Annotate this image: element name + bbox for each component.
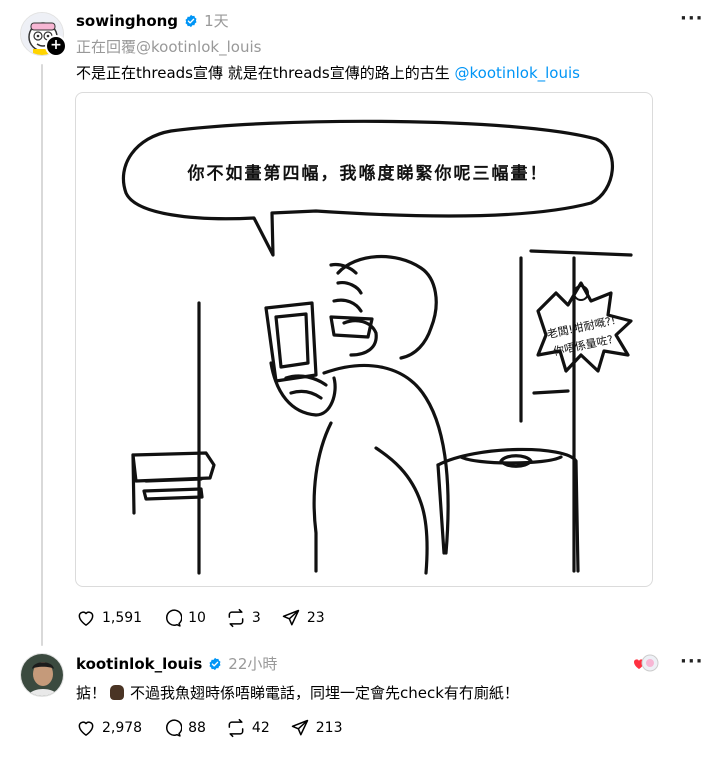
- share-button[interactable]: 23: [281, 608, 325, 628]
- repost-count: 3: [251, 610, 261, 626]
- repost-button[interactable]: 3: [226, 608, 261, 628]
- repost-icon: [228, 608, 244, 628]
- verified-icon: [209, 657, 221, 670]
- avatar-photo: [21, 654, 63, 696]
- reply-actions: 2,978 88 42 213: [76, 718, 362, 738]
- comment-count: 10: [188, 610, 206, 626]
- post-actions: 1,591 10 3 23: [76, 608, 345, 628]
- verified-icon: [185, 14, 197, 27]
- reply-username[interactable]: kootinlok_louis: [76, 655, 202, 673]
- reply-text: 掂！ 不過我魚翅時係唔睇電話，同埋一定會先check有冇廁紙！: [76, 682, 519, 703]
- liked-by-author-indicator: [633, 654, 659, 672]
- like-count: 1,591: [102, 610, 143, 626]
- share-icon: [282, 609, 300, 626]
- more-icon[interactable]: ···: [680, 8, 704, 29]
- heart-icon: [78, 721, 94, 736]
- heart-avatar-icon: [634, 654, 659, 672]
- more-icon[interactable]: ···: [680, 651, 704, 672]
- post-username[interactable]: sowinghong: [76, 12, 178, 30]
- comment-button[interactable]: 88: [162, 718, 206, 738]
- share-icon: [291, 719, 308, 736]
- like-button[interactable]: 1,591: [76, 608, 142, 628]
- reply-text-start: 掂！: [76, 684, 107, 702]
- comic-speech-text: 你不如畫第四幅，我喺度睇緊你呢三幅畫！: [187, 163, 549, 184]
- heart-icon: [78, 611, 94, 626]
- post-image[interactable]: 你不如畫第四幅，我喺度睇緊你呢三幅畫！ 老闆!咁耐嘅?! 你唔係量咗?: [75, 92, 653, 587]
- share-count: 23: [306, 610, 325, 626]
- follow-plus-icon[interactable]: +: [45, 35, 67, 57]
- reply-time: 22小時: [228, 655, 278, 673]
- post-mention[interactable]: @kootinlok_louis: [455, 64, 580, 82]
- comment-icon: [166, 719, 183, 737]
- repost-icon: [228, 718, 244, 738]
- comment-button[interactable]: 10: [162, 608, 206, 628]
- reply-header: kootinlok_louis 22小時: [76, 653, 277, 674]
- post-header: sowinghong 1天: [76, 10, 229, 31]
- like-count: 2,978: [102, 720, 143, 736]
- post-time: 1天: [204, 12, 229, 30]
- comment-count: 88: [188, 720, 206, 736]
- reply-text-end: 不過我魚翅時係唔睇電話，同埋一定會先check有冇廁紙！: [130, 684, 519, 702]
- comment-icon: [166, 609, 183, 627]
- thumbs-up-emoji-icon: [110, 685, 125, 700]
- thread-line: [41, 64, 43, 646]
- post-text: 不是正在threads宣傳 就是在threads宣傳的路上的古生 @kootin…: [76, 62, 580, 83]
- replying-to-label: 正在回覆@kootinlok_louis: [76, 38, 262, 56]
- like-button[interactable]: 2,978: [76, 718, 142, 738]
- share-count: 213: [315, 720, 343, 736]
- repost-count: 42: [251, 720, 270, 736]
- post-text-content: 不是正在threads宣傳 就是在threads宣傳的路上的古生: [76, 64, 450, 82]
- avatar-kootinlok-louis[interactable]: [20, 653, 64, 697]
- comic-illustration: 你不如畫第四幅，我喺度睇緊你呢三幅畫！ 老闆!咁耐嘅?! 你唔係量咗?: [121, 119, 633, 575]
- share-button[interactable]: 213: [290, 718, 343, 738]
- repost-button[interactable]: 42: [226, 718, 270, 738]
